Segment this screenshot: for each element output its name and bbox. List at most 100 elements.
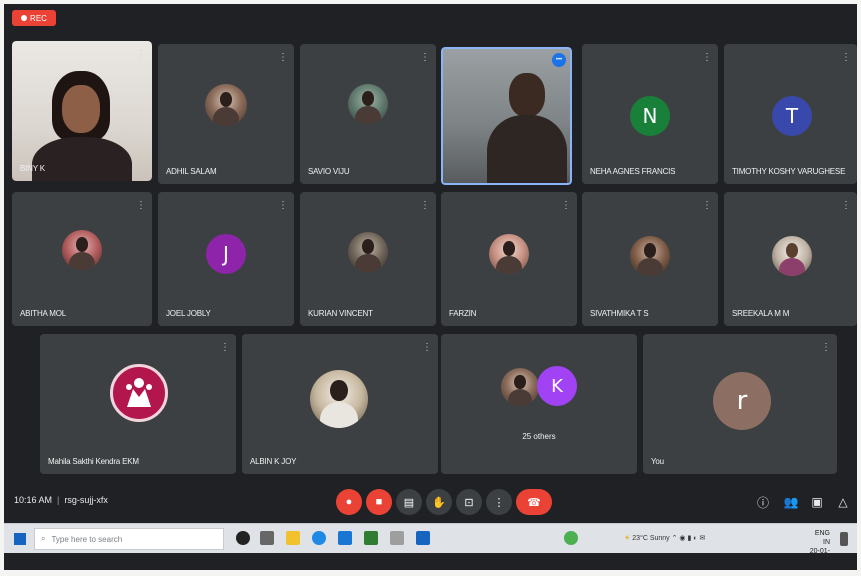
photo-head xyxy=(330,380,348,402)
photo-head xyxy=(514,374,526,389)
region-indicator: IN xyxy=(823,539,830,546)
participant-tile[interactable]: ⋮ SAVIO VIJU xyxy=(300,44,436,184)
task-view-icon[interactable] xyxy=(260,531,274,545)
participant-tile[interactable]: ⋮ T TIMOTHY KOSHY VARUGHESE xyxy=(724,44,857,184)
photo-body xyxy=(320,401,358,428)
notification-icon[interactable] xyxy=(840,532,848,546)
participant-tile[interactable]: ⋮ Mahila Sakthi Kendra EKM xyxy=(40,334,236,474)
mic-off-icon: ⋮ xyxy=(702,52,712,63)
raise-hand-button[interactable]: ✋ xyxy=(426,489,452,515)
system-tray: ☀ 23°C Sunny ⌃ ◉ ▮ ◐ ✉ xyxy=(624,534,705,542)
mic-off-icon: ⋮ xyxy=(561,200,571,211)
photo-body xyxy=(779,258,805,276)
meeting-controls-bar: 10:16 AM | rsg-sujj-xfx ● ■ ▤ ✋ ⊡ ⋮ ☎ ⓘ … xyxy=(4,481,857,523)
mic-off-icon: ⋮ xyxy=(422,342,432,353)
people-icon[interactable]: 👥 xyxy=(782,493,800,511)
edge-icon[interactable] xyxy=(312,531,326,545)
participant-name: SAVIO VIJU xyxy=(308,167,350,176)
others-count: 25 others xyxy=(522,432,556,441)
camera-toggle-button[interactable]: ■ xyxy=(366,489,392,515)
participant-tile[interactable]: ⋮ FARZIN xyxy=(441,192,577,326)
info-icon[interactable]: ⓘ xyxy=(754,493,772,511)
taskbar-search[interactable]: ⌕ Type here to search xyxy=(34,528,224,550)
participant-name: ALBIN K JOY xyxy=(250,457,297,466)
others-tile[interactable]: K 25 others xyxy=(441,334,637,474)
weather-text: 23°C Sunny xyxy=(632,535,670,542)
photo-body xyxy=(507,388,533,406)
mic-off-icon: ⋮ xyxy=(136,200,146,211)
more-options-button[interactable]: ⋮ xyxy=(486,489,512,515)
participant-photo xyxy=(205,84,247,126)
participant-torso xyxy=(487,115,567,183)
photo-body xyxy=(637,258,663,276)
recording-badge: REC xyxy=(12,10,56,26)
mic-toggle-button[interactable]: ● xyxy=(336,489,362,515)
participant-tile[interactable]: ⋮ SIVATHMIKA T S xyxy=(582,192,718,326)
tray-icons: ⌃ ◉ ▮ ◐ ✉ xyxy=(671,535,706,542)
photo-head xyxy=(362,91,374,106)
participant-tile[interactable]: ⋮ ALBIN K JOY xyxy=(242,334,438,474)
participant-avatar: K xyxy=(537,366,577,406)
info-separator: | xyxy=(57,495,60,505)
self-tile[interactable]: ⋮ r You xyxy=(643,334,837,474)
photo-body xyxy=(355,106,381,124)
participant-name: ADHIL SALAM xyxy=(166,167,217,176)
present-button[interactable]: ⊡ xyxy=(456,489,482,515)
participant-name: JOEL JOBLY xyxy=(166,309,211,318)
participant-video: ••• xyxy=(441,47,572,185)
word-icon[interactable] xyxy=(416,531,430,545)
chat-icon[interactable]: ▣ xyxy=(808,493,826,511)
participant-tile[interactable]: ⋮ BINY K xyxy=(12,41,152,181)
record-dot-icon xyxy=(21,15,28,21)
participant-head xyxy=(509,73,545,117)
avatar-letter: r xyxy=(736,386,748,416)
participant-tile[interactable]: ⋮ J JOEL JOBLY xyxy=(158,192,294,326)
meeting-code: rsg-sujj-xfx xyxy=(64,495,108,505)
participant-tile[interactable]: ⋮ KURIAN VINCENT xyxy=(300,192,436,326)
photo-body xyxy=(212,107,240,126)
leave-call-button[interactable]: ☎ xyxy=(516,489,552,515)
participant-tile[interactable]: ⋮ SREEKALA M M xyxy=(724,192,857,326)
excel-icon[interactable] xyxy=(364,531,378,545)
search-icon: ⌕ xyxy=(41,534,46,543)
file-explorer-icon[interactable] xyxy=(286,531,300,545)
activities-icon[interactable]: △ xyxy=(834,493,852,511)
mic-off-icon: ⋮ xyxy=(702,200,712,211)
meeting-time: 10:16 AM xyxy=(14,495,53,505)
photo-body xyxy=(496,256,522,274)
store-icon[interactable] xyxy=(338,531,352,545)
people-icon xyxy=(126,378,152,407)
mic-off-icon: ⋮ xyxy=(220,342,230,353)
participant-torso xyxy=(32,137,132,181)
participant-face xyxy=(62,85,100,133)
photo-head xyxy=(503,241,515,256)
mic-off-icon: ⋮ xyxy=(841,52,851,63)
participant-name: TIMOTHY KOSHY VARUGHESE xyxy=(732,167,846,176)
participant-tile[interactable]: ⋮ N NEHA AGNES FRANCIS xyxy=(582,44,718,184)
participant-name: You xyxy=(651,457,664,466)
captions-button[interactable]: ▤ xyxy=(396,489,422,515)
participant-photo xyxy=(772,236,812,276)
photo-body xyxy=(355,254,381,272)
participant-tile[interactable]: ⋮ ADHIL SALAM xyxy=(158,44,294,184)
participant-photo xyxy=(501,368,539,406)
participant-name: BINY K xyxy=(20,164,45,173)
participant-name: SIVATHMIKA T S xyxy=(590,309,649,318)
mic-off-icon: ⋮ xyxy=(278,200,288,211)
windows-start-icon[interactable] xyxy=(14,533,26,545)
chrome-icon[interactable] xyxy=(564,531,578,545)
participant-tile[interactable]: ⋮ ABITHA MOL xyxy=(12,192,152,326)
mic-off-icon: ⋮ xyxy=(278,52,288,63)
participant-tile[interactable]: ••• xyxy=(441,47,572,185)
photo-body xyxy=(69,252,95,270)
taskbar-clock[interactable]: ENG IN 20-01-2022 xyxy=(796,529,830,565)
language-indicator: ENG xyxy=(814,530,830,537)
mic-off-icon: ⋮ xyxy=(841,200,851,211)
app-icon[interactable] xyxy=(390,531,404,545)
avatar-letter: K xyxy=(551,375,563,397)
participant-video xyxy=(12,41,152,181)
recording-label: REC xyxy=(30,13,47,23)
taskbar-date: 20-01-2022 xyxy=(809,548,830,564)
participant-photo xyxy=(630,236,670,276)
cortana-icon[interactable] xyxy=(236,531,250,545)
